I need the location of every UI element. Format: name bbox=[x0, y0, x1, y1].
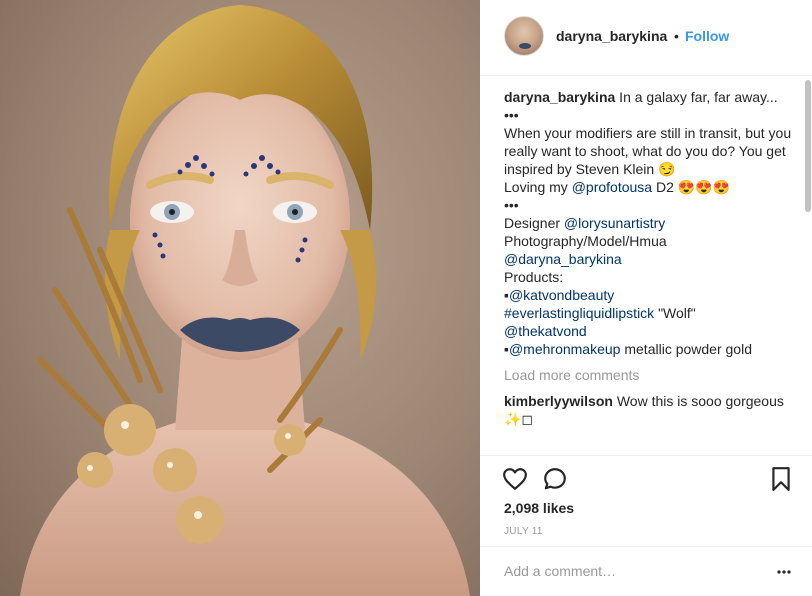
caption-dots: ••• bbox=[504, 197, 519, 213]
caption-text: Products: bbox=[504, 269, 564, 285]
post-photo-illustration bbox=[20, 5, 470, 596]
post-details-panel: daryna_barykina • Follow daryna_barykina… bbox=[480, 0, 812, 596]
caption-text: Photography/Model/Hmua bbox=[504, 233, 667, 249]
comment-item: kimberlyywilson Wow this is sooo gorgeou… bbox=[504, 392, 794, 428]
follow-button[interactable]: Follow bbox=[685, 28, 729, 44]
mention-link[interactable]: @mehronmakeup bbox=[509, 341, 621, 357]
post-header: daryna_barykina • Follow bbox=[480, 0, 812, 76]
post-photo[interactable] bbox=[0, 0, 480, 596]
separator-dot: • bbox=[674, 28, 679, 44]
caption: daryna_barykina In a galaxy far, far awa… bbox=[504, 88, 794, 358]
more-options-icon[interactable] bbox=[776, 564, 792, 580]
caption-dots: ••• bbox=[504, 107, 519, 123]
caption-text: Loving my bbox=[504, 179, 572, 195]
caption-text: In a galaxy far, far away... bbox=[615, 89, 778, 105]
add-comment-section bbox=[480, 546, 812, 596]
post-date: JULY 11 bbox=[504, 526, 543, 537]
avatar[interactable] bbox=[504, 16, 544, 56]
mention-link[interactable]: @profotousa bbox=[572, 179, 652, 195]
mention-link[interactable]: @daryna_barykina bbox=[504, 251, 622, 267]
caption-username[interactable]: daryna_barykina bbox=[504, 89, 615, 105]
post-username[interactable]: daryna_barykina bbox=[556, 28, 667, 44]
caption-text: D2 😍😍😍 bbox=[652, 179, 731, 195]
comments-list[interactable]: daryna_barykina In a galaxy far, far awa… bbox=[504, 88, 794, 454]
mention-link[interactable]: @lorysunartistry bbox=[564, 215, 665, 231]
likes-count[interactable]: 2,098 likes bbox=[504, 500, 574, 516]
comment-username[interactable]: kimberlyywilson bbox=[504, 393, 613, 409]
post-actions: 2,098 likes JULY 11 bbox=[480, 455, 812, 545]
caption-text: "Wolf" bbox=[654, 305, 696, 321]
load-more-comments-button[interactable]: Load more comments bbox=[504, 366, 794, 384]
heart-icon[interactable] bbox=[502, 466, 528, 492]
mention-link[interactable]: @thekatvond bbox=[504, 323, 587, 339]
bookmark-icon[interactable] bbox=[768, 466, 794, 492]
caption-text: Designer bbox=[504, 215, 564, 231]
mention-link[interactable]: @katvondbeauty bbox=[509, 287, 614, 303]
comments-scrollbar[interactable] bbox=[805, 80, 811, 212]
caption-text: When your modifiers are still in transit… bbox=[504, 125, 792, 177]
caption-text: metallic powder gold bbox=[620, 341, 752, 357]
comment-bubble-icon[interactable] bbox=[542, 466, 568, 492]
hashtag-link[interactable]: #everlastingliquidlipstick bbox=[504, 305, 654, 321]
add-comment-input[interactable] bbox=[504, 561, 764, 581]
